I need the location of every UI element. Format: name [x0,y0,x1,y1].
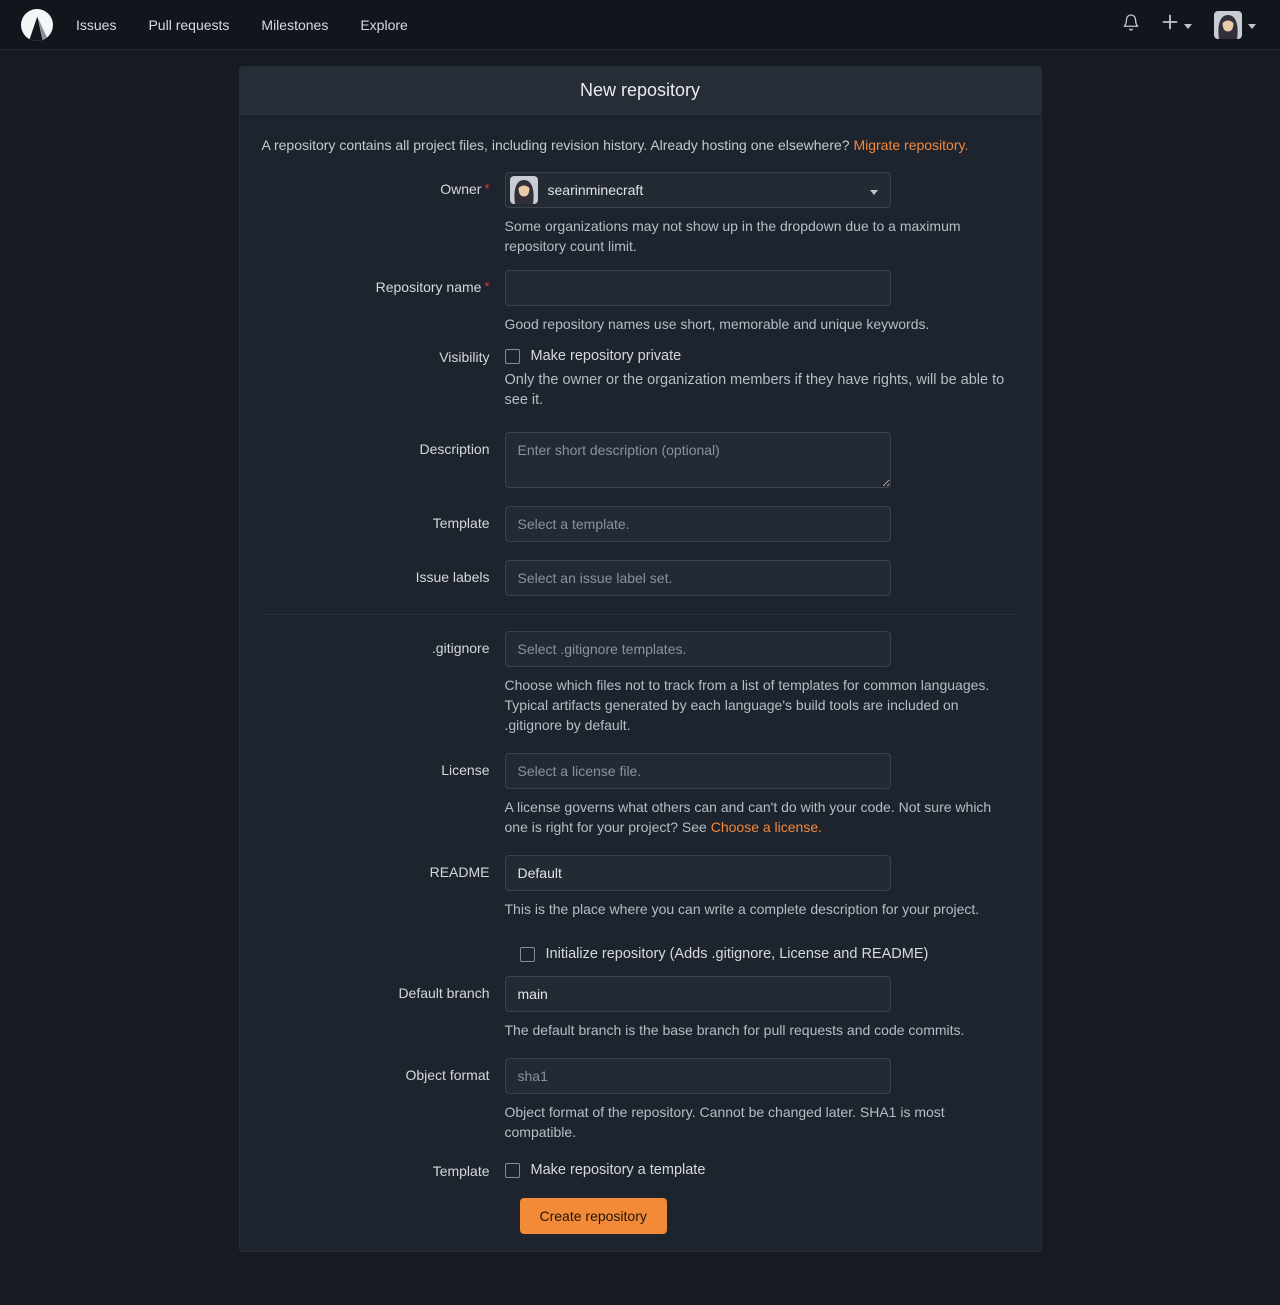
chevron-down-icon [1248,16,1256,34]
init-repo-checkbox[interactable] [520,947,535,962]
section-divider [262,614,1019,615]
init-repo-checkbox-label[interactable]: Initialize repository (Adds .gitignore, … [546,946,929,962]
template-select-row: Template Select a template. [262,506,1019,542]
bell-icon [1122,13,1140,37]
navbar-right [1122,11,1264,39]
nav-item-pull-requests[interactable]: Pull requests [132,0,245,49]
new-repository-panel: New repository A repository contains all… [239,66,1042,1252]
nav-item-issues[interactable]: Issues [60,0,132,49]
repo-name-help: Good repository names use short, memorab… [505,314,1007,334]
make-template-checkbox-label[interactable]: Make repository a template [531,1162,706,1178]
visibility-row: Visibility Make repository private Only … [262,348,1019,410]
plus-icon [1162,14,1178,35]
owner-row: Owner* searinminecraft [262,172,1019,256]
repo-name-label: Repository name [376,279,482,295]
required-mark: * [484,279,489,294]
issue-labels-label: Issue labels [416,569,490,585]
license-row: License Select a license file. A license… [262,753,1019,837]
owner-help: Some organizations may not show up in th… [505,216,1007,256]
gitignore-help: Choose which files not to track from a l… [505,675,1007,735]
object-format-select[interactable]: sha1 [505,1058,891,1094]
chevron-down-icon [870,182,878,198]
submit-row: Create repository [520,1198,1019,1234]
gitignore-row: .gitignore Select .gitignore templates. … [262,631,1019,735]
user-menu-dropdown[interactable] [1214,11,1256,39]
repo-name-input[interactable] [505,270,891,306]
make-template-checkbox[interactable] [505,1163,520,1178]
init-repo-row: Initialize repository (Adds .gitignore, … [520,946,1019,962]
owner-avatar [510,176,538,204]
private-checkbox[interactable] [505,349,520,364]
license-select[interactable]: Select a license file. [505,753,891,789]
required-mark: * [484,181,489,196]
site-logo-icon[interactable] [20,8,54,42]
visibility-label: Visibility [439,349,489,365]
template-select[interactable]: Select a template. [505,506,891,542]
default-branch-input[interactable] [505,976,891,1012]
object-format-row: Object format sha1 Object format of the … [262,1058,1019,1142]
private-checkbox-label[interactable]: Make repository private [531,348,682,364]
description-label: Description [419,441,489,457]
notifications-button[interactable] [1122,13,1140,37]
description-row: Description [262,432,1019,488]
description-textarea[interactable] [505,432,891,488]
create-repository-button[interactable]: Create repository [520,1198,667,1234]
chevron-down-icon [1184,16,1192,34]
template-select-label: Template [433,515,490,531]
readme-help: This is the place where you can write a … [505,899,1007,919]
owner-label: Owner [440,181,481,197]
readme-label: README [430,864,490,880]
issue-labels-select[interactable]: Select an issue label set. [505,560,891,596]
license-label: License [441,762,489,778]
visibility-help: Only the owner or the organization membe… [505,370,1015,410]
template-checkbox-row-label: Template [433,1163,490,1179]
top-navbar: Issues Pull requests Milestones Explore [0,0,1280,50]
readme-row: README Default This is the place where y… [262,855,1019,919]
navbar-menu: Issues Pull requests Milestones Explore [60,0,424,49]
create-new-dropdown[interactable] [1162,14,1192,35]
intro-text: A repository contains all project files,… [262,135,1019,155]
gitignore-select[interactable]: Select .gitignore templates. [505,631,891,667]
choose-a-license-link[interactable]: Choose a license. [711,819,822,835]
license-help: A license governs what others can and ca… [505,797,1007,837]
default-branch-label: Default branch [398,985,489,1001]
object-format-help: Object format of the repository. Cannot … [505,1102,1007,1142]
page-title: New repository [580,80,700,100]
default-branch-row: Default branch The default branch is the… [262,976,1019,1040]
panel-body: A repository contains all project files,… [240,115,1041,1251]
owner-value: searinminecraft [548,182,860,198]
template-checkbox-row: Template Make repository a template [262,1162,1019,1179]
readme-select[interactable]: Default [505,855,891,891]
object-format-label: Object format [405,1067,489,1083]
nav-item-milestones[interactable]: Milestones [245,0,344,49]
issue-labels-row: Issue labels Select an issue label set. [262,560,1019,596]
owner-select[interactable]: searinminecraft [505,172,891,208]
default-branch-help: The default branch is the base branch fo… [505,1020,1007,1040]
migrate-repository-link[interactable]: Migrate repository. [853,137,968,153]
gitignore-label: .gitignore [432,640,490,656]
nav-item-explore[interactable]: Explore [344,0,423,49]
repo-name-row: Repository name* Good repository names u… [262,270,1019,334]
panel-header: New repository [240,67,1041,115]
user-avatar [1214,11,1242,39]
